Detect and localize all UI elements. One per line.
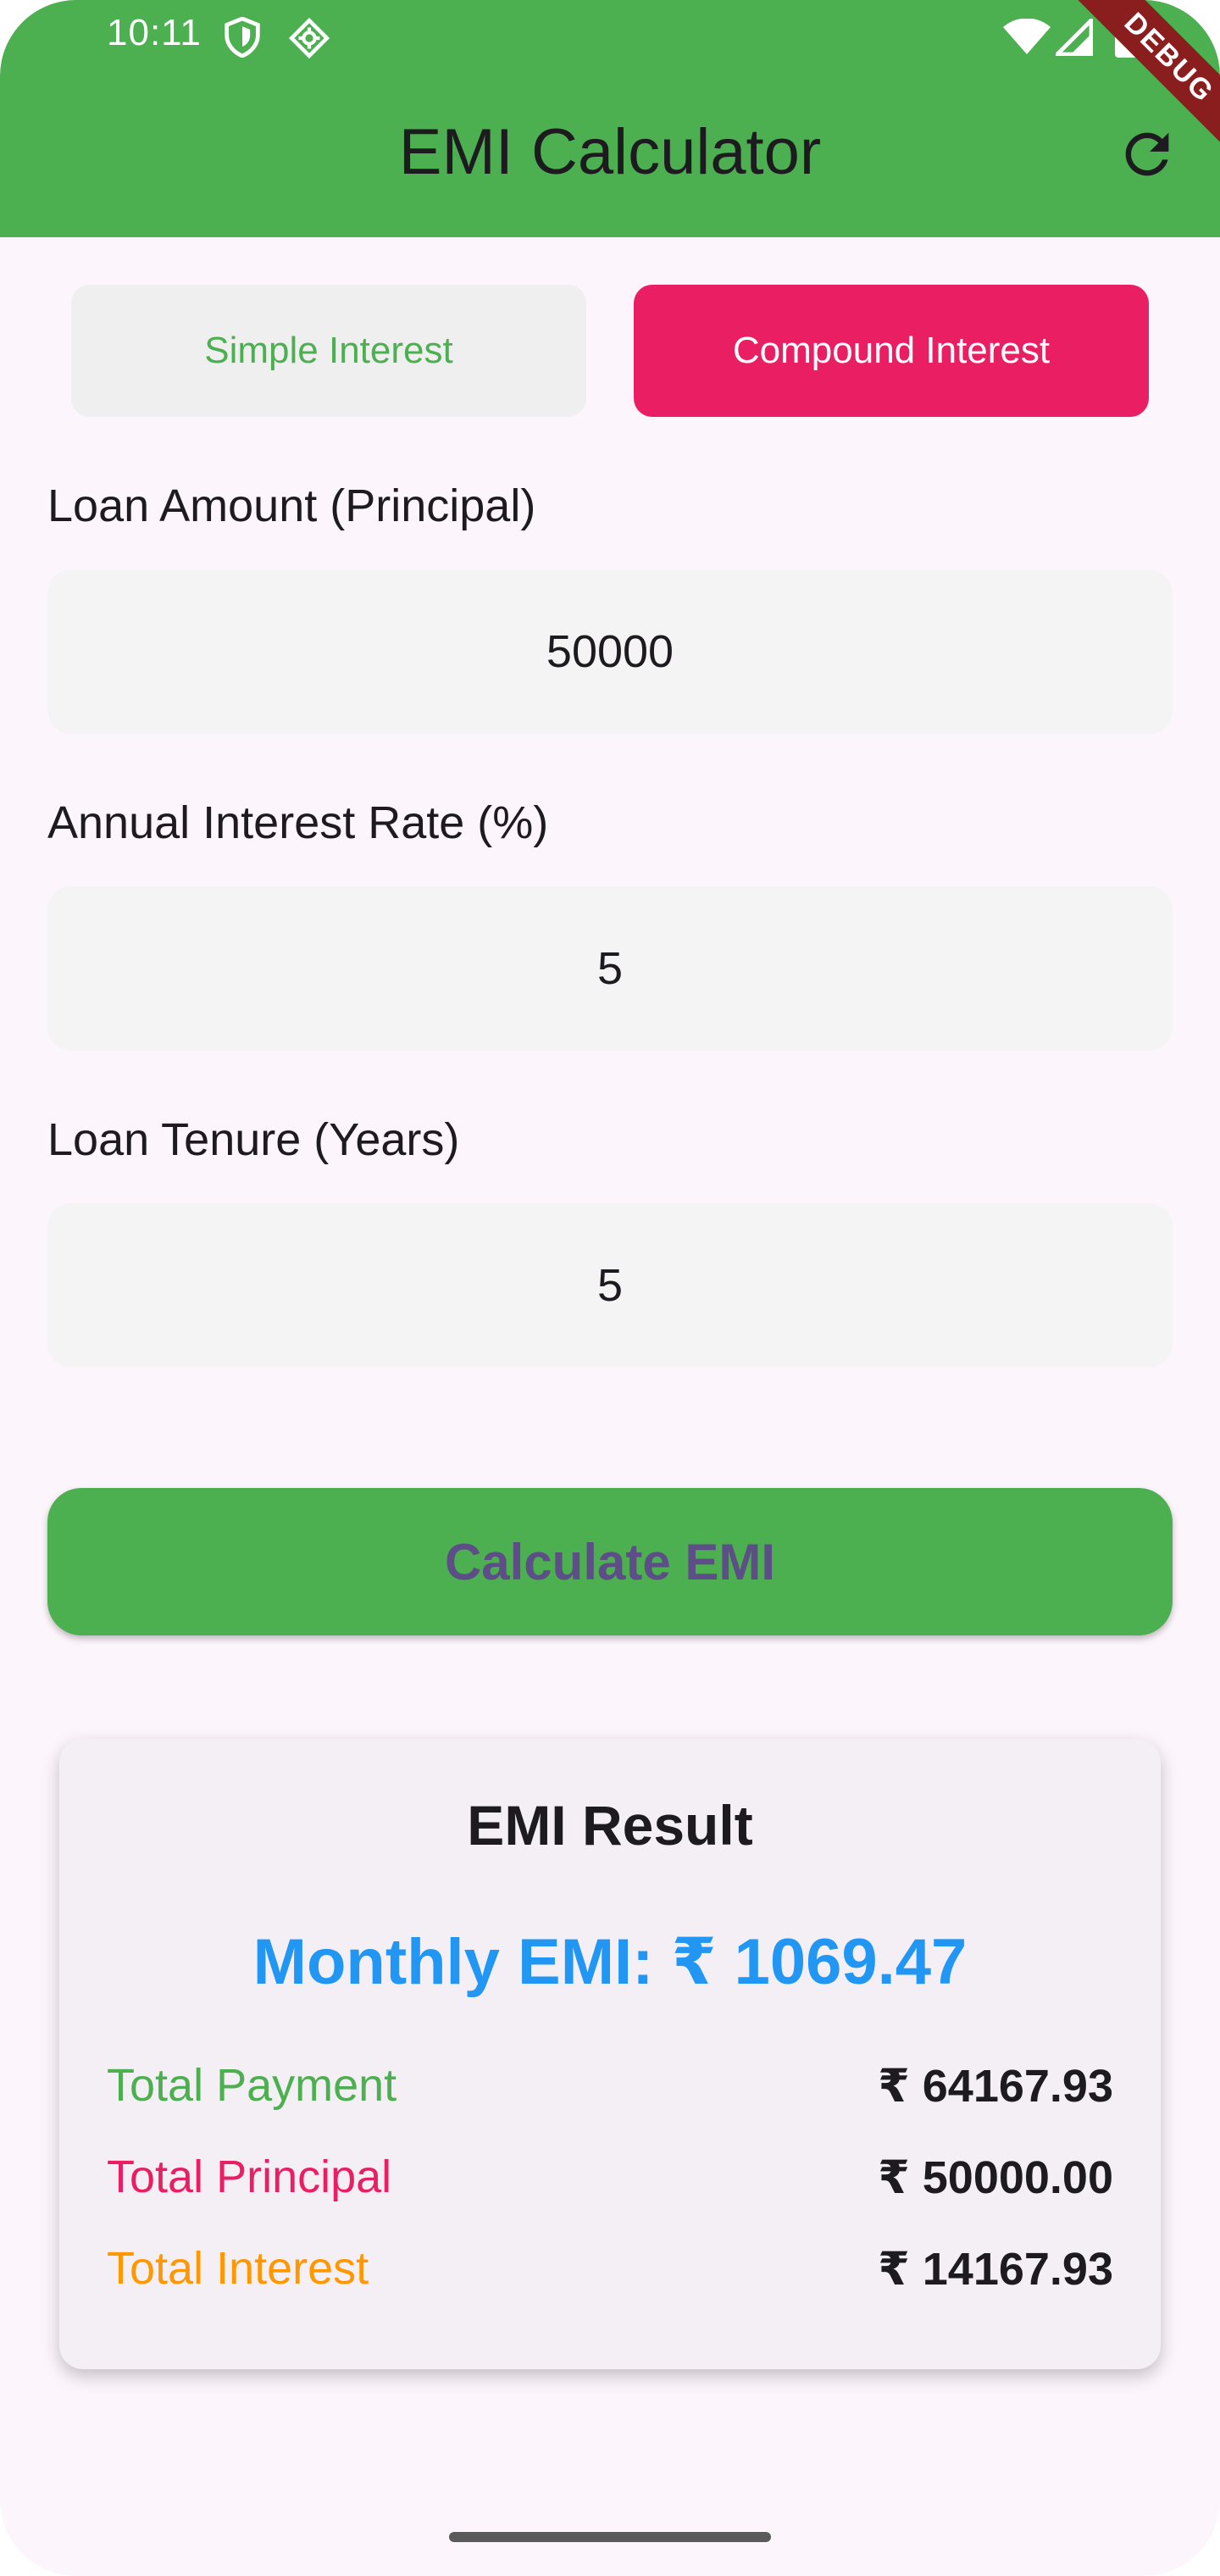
- total-principal-value: ₹ 50000.00: [878, 2152, 1113, 2203]
- total-interest-value: ₹ 14167.93: [878, 2244, 1113, 2295]
- principal-label: Loan Amount (Principal): [47, 480, 536, 531]
- home-indicator[interactable]: [449, 2532, 771, 2542]
- app-bar: 10:11 EMI Calculator DEBUG: [0, 0, 1220, 237]
- wifi-icon: [1003, 18, 1051, 60]
- total-interest-label: Total Interest: [107, 2243, 369, 2294]
- principal-input[interactable]: 50000: [47, 569, 1173, 734]
- tenure-input[interactable]: 5: [47, 1203, 1173, 1368]
- signal-icon: [1052, 15, 1094, 60]
- simple-interest-button[interactable]: Simple Interest: [71, 285, 586, 417]
- total-payment-label: Total Payment: [107, 2060, 397, 2111]
- result-title: EMI Result: [467, 1794, 753, 1857]
- emi-result-card: EMI Result Monthly EMI: ₹ 1069.47 Total …: [59, 1739, 1161, 2369]
- status-time: 10:11: [107, 12, 202, 53]
- app-screen: 10:11 EMI Calculator DEBUG Simple Intere…: [0, 0, 1220, 2576]
- total-principal-label: Total Principal: [107, 2151, 392, 2202]
- rate-input[interactable]: 5: [47, 886, 1173, 1051]
- page-title: EMI Calculator: [398, 116, 822, 188]
- gear-icon: [288, 17, 330, 64]
- tenure-label: Loan Tenure (Years): [47, 1114, 460, 1165]
- total-payment-value: ₹ 64167.93: [878, 2061, 1113, 2112]
- refresh-icon[interactable]: [1115, 122, 1179, 186]
- rate-label: Annual Interest Rate (%): [47, 797, 549, 848]
- shield-icon: [224, 16, 261, 62]
- calculate-emi-button[interactable]: Calculate EMI: [47, 1488, 1173, 1635]
- monthly-emi: Monthly EMI: ₹ 1069.47: [252, 1926, 968, 1998]
- compound-interest-button[interactable]: Compound Interest: [634, 285, 1149, 417]
